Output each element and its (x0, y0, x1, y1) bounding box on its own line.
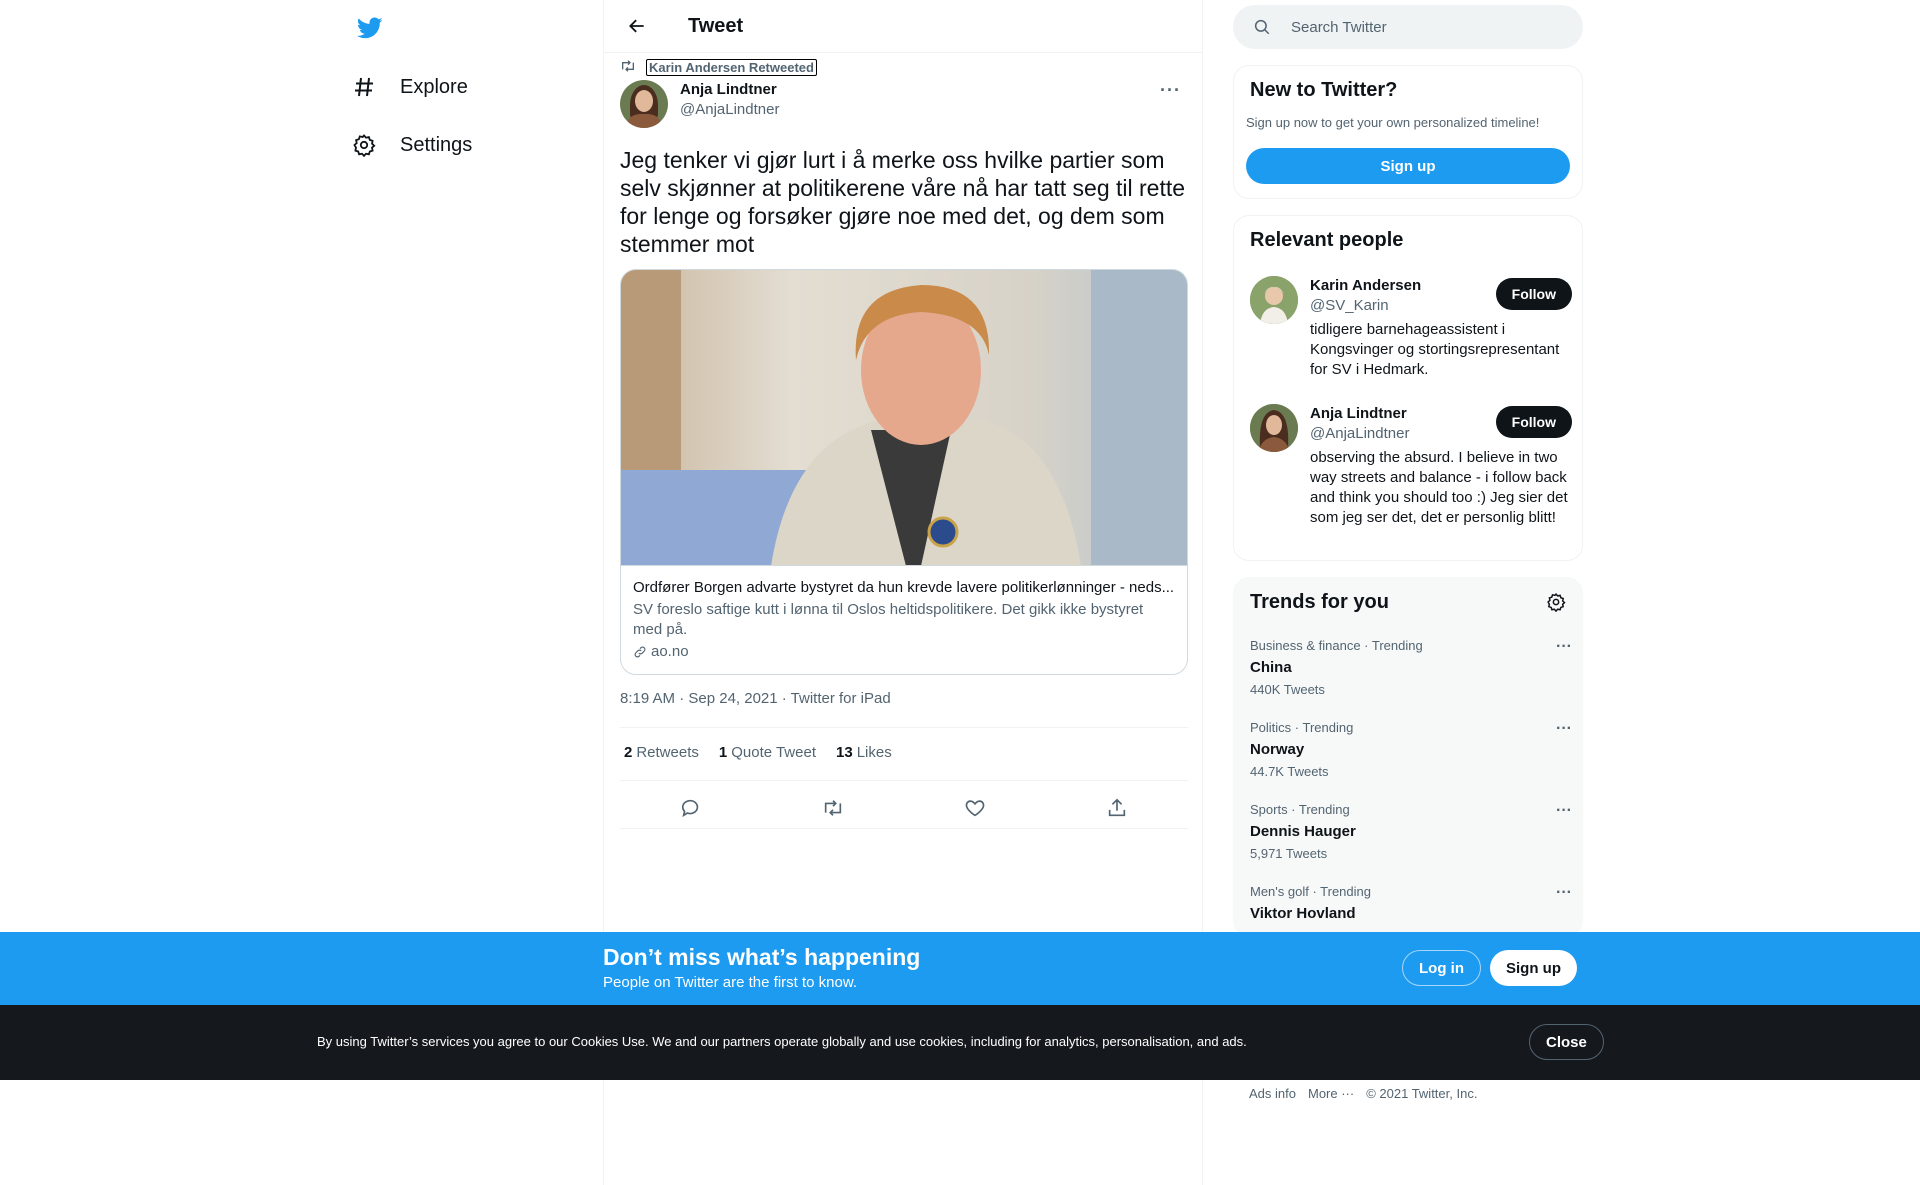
tweet-author[interactable]: Anja Lindtner @AnjaLindtner (620, 80, 779, 128)
trend-category: Politics · Trending (1250, 720, 1354, 735)
follow-button[interactable]: Follow (1495, 406, 1572, 438)
retweets-count: 2 (624, 744, 633, 761)
footer-links: Ads info More ··· © 2021 Twitter, Inc. (1249, 1086, 1489, 1101)
trend-item[interactable]: Sports · Trending Dennis Hauger 5,971 Tw… (1250, 802, 1572, 862)
person-bio: observing the absurd. I believe in two w… (1310, 449, 1568, 526)
retweets-stat[interactable]: 2 Retweets (624, 744, 699, 761)
retweets-label: Retweets (636, 744, 699, 761)
search-input[interactable]: Search Twitter (1233, 5, 1583, 49)
retweet-context: Karin Andersen Retweeted (620, 58, 817, 77)
person-avatar[interactable] (1250, 404, 1298, 452)
retweet-icon (620, 58, 636, 77)
hashtag-icon (350, 73, 378, 101)
like-heart-icon[interactable] (957, 790, 993, 826)
page-title: Tweet (688, 14, 744, 37)
copyright: © 2021 Twitter, Inc. (1366, 1086, 1478, 1101)
quotes-count: 1 (718, 744, 728, 761)
back-arrow-icon[interactable] (620, 9, 654, 43)
follow-button[interactable]: Follow (1495, 278, 1572, 310)
trends-settings-gear-icon[interactable] (1546, 592, 1566, 612)
author-name[interactable]: Anja Lindtner (680, 80, 779, 100)
link-icon (633, 645, 647, 659)
cookie-text: By using Twitter’s services you agree to… (317, 1034, 1247, 1049)
cookie-close-button[interactable]: Close (1529, 1024, 1604, 1060)
more-options-icon[interactable]: ··· (1160, 80, 1181, 101)
author-handle[interactable]: @AnjaLindtner (680, 100, 779, 120)
banner-title: Don’t miss what’s happening (603, 944, 921, 970)
tweet-stats: 2 Retweets 1 Quote Tweet 13 Likes (624, 744, 912, 761)
card-domain-text: ao.no (651, 643, 689, 660)
trend-item[interactable]: Politics · Trending Norway 44.7K Tweets … (1250, 720, 1572, 780)
trend-item[interactable]: Men's golf · Trending Viktor Hovland ··· (1250, 884, 1572, 928)
quotes-stat[interactable]: 1 Quote Tweet (719, 744, 816, 761)
sidebar-signup-button[interactable]: Sign up (1246, 148, 1570, 184)
trend-count: 5,971 Tweets (1250, 846, 1328, 861)
more-link[interactable]: More ··· (1308, 1086, 1354, 1101)
relevant-people-panel: Relevant people Karin Andersen @SV_Karin… (1233, 215, 1583, 561)
tweet-text: Jeg tenker vi gjør lurt i å merke oss hv… (620, 147, 1186, 257)
search-placeholder: Search Twitter (1291, 18, 1387, 36)
signup-banner: Don’t miss what’s happening People on Tw… (0, 932, 1920, 1005)
trend-name: Dennis Hauger (1250, 823, 1356, 840)
trend-more-icon[interactable]: ··· (1556, 802, 1572, 820)
trends-panel: Trends for you Business & finance · Tren… (1233, 577, 1583, 937)
nav-explore[interactable]: Explore (350, 62, 468, 112)
trend-more-icon[interactable]: ··· (1556, 638, 1572, 656)
banner-signup-button[interactable]: Sign up (1490, 950, 1577, 986)
trends-title: Trends for you (1250, 591, 1389, 613)
ads-info-link[interactable]: Ads info (1249, 1086, 1296, 1101)
likes-stat[interactable]: 13 Likes (836, 744, 892, 761)
likes-label: Likes (856, 744, 892, 761)
trend-count: 440K Tweets (1250, 682, 1325, 697)
new-to-twitter-panel: New to Twitter? Sign up now to get your … (1233, 65, 1583, 199)
nav-settings-label: Settings (400, 133, 473, 156)
retweeted-by-link[interactable]: Karin Andersen Retweeted (646, 59, 817, 76)
likes-count: 13 (836, 744, 853, 761)
author-avatar[interactable] (620, 80, 668, 128)
gear-icon (350, 131, 378, 159)
nav-settings[interactable]: Settings (350, 120, 472, 170)
tweet-actions (620, 790, 1188, 826)
relevant-people-title: Relevant people (1250, 229, 1404, 251)
cookie-bar: By using Twitter’s services you agree to… (0, 1005, 1920, 1080)
trend-item[interactable]: Business & finance · Trending China 440K… (1250, 638, 1572, 698)
divider (620, 828, 1188, 829)
page-header: Tweet (604, 0, 1202, 53)
person-avatar[interactable] (1250, 276, 1298, 324)
trend-category: Men's golf · Trending (1250, 884, 1371, 899)
card-domain[interactable]: ao.no (633, 642, 1175, 662)
link-card[interactable]: Ordfører Borgen advarte bystyret da hun … (620, 269, 1188, 675)
retweet-button-icon[interactable] (815, 790, 851, 826)
twitter-app: Explore Settings Tweet Karin Andersen Re… (0, 0, 1920, 1185)
trend-more-icon[interactable]: ··· (1556, 884, 1572, 902)
trend-category: Sports · Trending (1250, 802, 1350, 817)
banner-subtitle: People on Twitter are the first to know. (603, 974, 858, 991)
tweet-timestamp[interactable]: 8:19 AM · Sep 24, 2021 · Twitter for iPa… (620, 690, 891, 707)
trend-name: Viktor Hovland (1250, 905, 1356, 922)
twitter-logo-icon[interactable] (350, 8, 390, 48)
nav-explore-label: Explore (400, 75, 468, 98)
share-icon[interactable] (1099, 790, 1135, 826)
card-image (621, 270, 1187, 566)
new-to-twitter-title: New to Twitter? (1250, 79, 1398, 101)
trend-more-icon[interactable]: ··· (1556, 720, 1572, 738)
trend-category: Business & finance · Trending (1250, 638, 1423, 653)
trend-name: China (1250, 659, 1292, 676)
trend-count: 44.7K Tweets (1250, 764, 1329, 779)
new-to-twitter-subtitle: Sign up now to get your own personalized… (1246, 115, 1540, 130)
reply-icon[interactable] (673, 790, 709, 826)
person-bio: tidligere barnehageassistent i Kongsving… (1310, 321, 1560, 378)
divider (620, 727, 1188, 728)
trend-name: Norway (1250, 741, 1305, 758)
search-icon (1253, 18, 1271, 36)
divider (620, 780, 1188, 781)
quotes-label: Quote Tweet (731, 744, 816, 761)
card-title[interactable]: Ordfører Borgen advarte bystyret da hun … (633, 578, 1175, 598)
card-description: SV foreslo saftige kutt i lønna til Oslo… (633, 601, 1144, 638)
login-button[interactable]: Log in (1402, 950, 1481, 986)
